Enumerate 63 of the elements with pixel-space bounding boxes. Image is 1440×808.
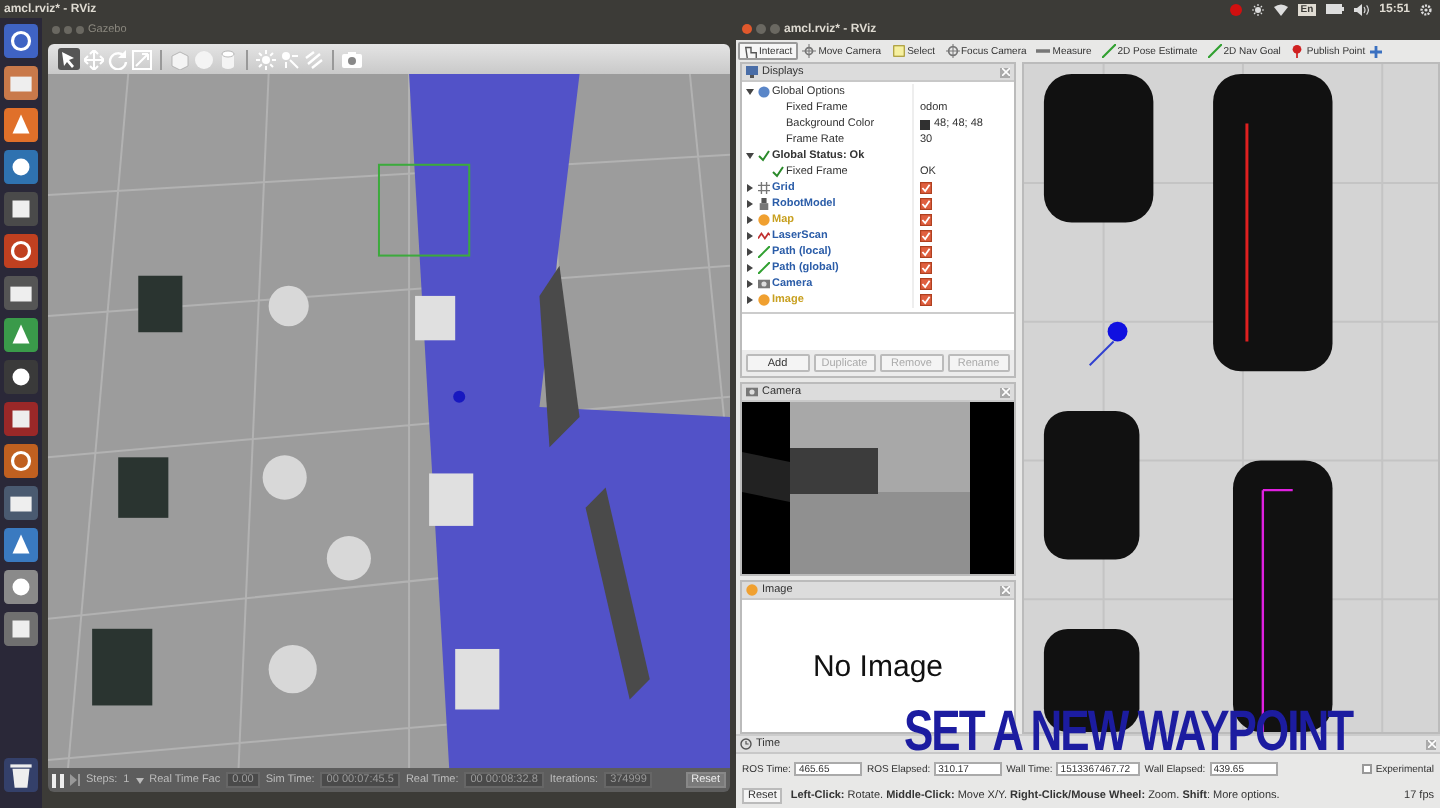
- checkbox[interactable]: [920, 182, 932, 194]
- app-icon[interactable]: [4, 402, 38, 436]
- checkbox[interactable]: [920, 198, 932, 210]
- caret-icon[interactable]: [135, 777, 144, 783]
- app-icon[interactable]: [4, 486, 38, 520]
- close-icon: [1001, 67, 1009, 75]
- checkbox[interactable]: [920, 294, 932, 306]
- pause-icon[interactable]: [52, 773, 64, 787]
- monitor-icon: [746, 66, 758, 78]
- checkbox[interactable]: [920, 246, 932, 258]
- ruler-icon: [1036, 44, 1051, 58]
- close-icon: [1001, 387, 1009, 395]
- close-icon: [1427, 739, 1435, 747]
- expand-arrow-icon[interactable]: [746, 280, 754, 288]
- checkbox[interactable]: [920, 214, 932, 226]
- expand-arrow-icon[interactable]: [746, 200, 754, 208]
- zigzag-icon: [757, 230, 769, 242]
- checkbox[interactable]: [920, 262, 932, 274]
- crosshair-icon: [945, 44, 959, 58]
- expand-arrow-icon[interactable]: [746, 264, 754, 272]
- app-icon[interactable]: [4, 24, 38, 58]
- trash-icon[interactable]: [4, 758, 38, 792]
- checkbox[interactable]: [920, 230, 932, 242]
- checkbox[interactable]: [920, 278, 932, 290]
- app-icon[interactable]: [4, 528, 38, 562]
- move-icon: [802, 44, 817, 58]
- circle-icon: [757, 294, 769, 306]
- no-image-message: No Image: [812, 649, 944, 683]
- app-icon[interactable]: [4, 150, 38, 184]
- expand-arrow-icon[interactable]: [746, 152, 754, 160]
- clock-icon: [740, 738, 752, 750]
- expand-arrow-icon[interactable]: [746, 232, 754, 240]
- battery-icon[interactable]: [1325, 4, 1344, 14]
- camera-icon[interactable]: [342, 49, 362, 69]
- expand-arrow-icon[interactable]: [746, 88, 754, 96]
- close-icon: [1001, 585, 1009, 593]
- circle-icon: [757, 214, 769, 226]
- expand-arrow-icon[interactable]: [746, 248, 754, 256]
- app-icon[interactable]: [4, 234, 38, 268]
- checkbox[interactable]: [1361, 764, 1372, 774]
- pin-icon: [1290, 44, 1305, 58]
- expand-arrow-icon[interactable]: [746, 184, 754, 192]
- app-icon[interactable]: [4, 360, 38, 394]
- app-icon[interactable]: [4, 192, 38, 226]
- color-swatch[interactable]: [920, 119, 930, 129]
- plus-icon[interactable]: [1370, 45, 1383, 57]
- settings-icon[interactable]: [1420, 3, 1432, 15]
- brightness-icon[interactable]: [1252, 3, 1265, 15]
- expand-arrow-icon[interactable]: [746, 296, 754, 304]
- rectangle-icon: [891, 44, 906, 58]
- circle-icon: [746, 584, 758, 596]
- select-icon[interactable]: [58, 48, 80, 70]
- line-icon: [757, 246, 769, 258]
- wifi-icon[interactable]: [1274, 3, 1289, 15]
- app-icon[interactable]: [4, 444, 38, 478]
- globe-icon: [757, 86, 769, 98]
- grid-icon: [757, 182, 769, 194]
- robot-icon: [757, 198, 769, 210]
- line-icon: [757, 262, 769, 274]
- volume-icon[interactable]: [1353, 3, 1370, 15]
- camera-icon: [757, 278, 769, 290]
- app-icon[interactable]: [4, 276, 38, 310]
- expand-arrow-icon[interactable]: [746, 216, 754, 224]
